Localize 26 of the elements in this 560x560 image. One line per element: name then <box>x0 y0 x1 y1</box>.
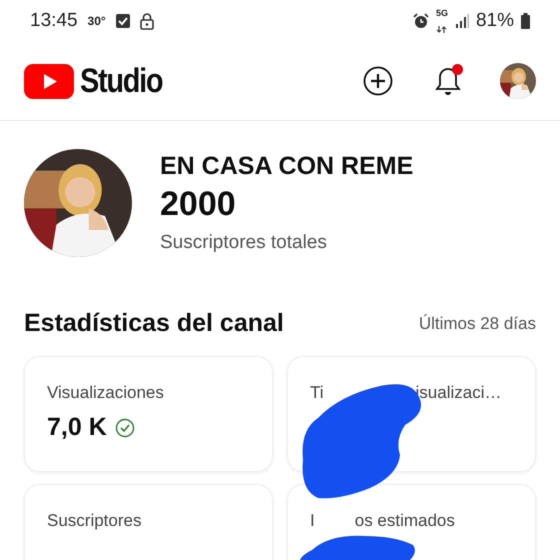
data-arrows-icon <box>436 26 448 33</box>
stat-title: Suscriptores <box>47 511 142 531</box>
channel-name: EN CASA CON REME <box>160 152 414 181</box>
signal-icon <box>454 14 469 28</box>
subscriber-count: 2000 <box>160 185 237 224</box>
stat-card[interactable]: Suscriptores <box>24 484 273 560</box>
checkbox-icon <box>116 13 130 29</box>
stat-title: os estimados <box>354 511 455 531</box>
stat-title: Visualizaciones <box>47 383 164 403</box>
subscriber-label: Suscriptores totales <box>160 232 328 254</box>
battery-percent: 81% <box>476 10 514 32</box>
stat-card[interactable]: Visualizaciones 7,0 K <box>24 356 273 472</box>
stat-title: Ti <box>310 383 324 403</box>
alarm-icon <box>412 13 429 29</box>
status-time: 13:45 <box>30 10 78 32</box>
stat-title: isualizaci… <box>416 383 502 403</box>
temperature: 30° <box>88 14 106 28</box>
stat-title: I <box>310 511 315 531</box>
logo-text: Studio <box>80 62 162 100</box>
period-label: Últimos 28 días <box>418 314 536 334</box>
network-label: 5G <box>436 9 448 18</box>
lock-icon <box>140 12 154 30</box>
battery-icon <box>521 13 530 29</box>
play-logo-icon <box>24 64 74 98</box>
section-title: Estadísticas del canal <box>24 309 284 338</box>
stat-value: 7,0 K <box>47 413 107 442</box>
